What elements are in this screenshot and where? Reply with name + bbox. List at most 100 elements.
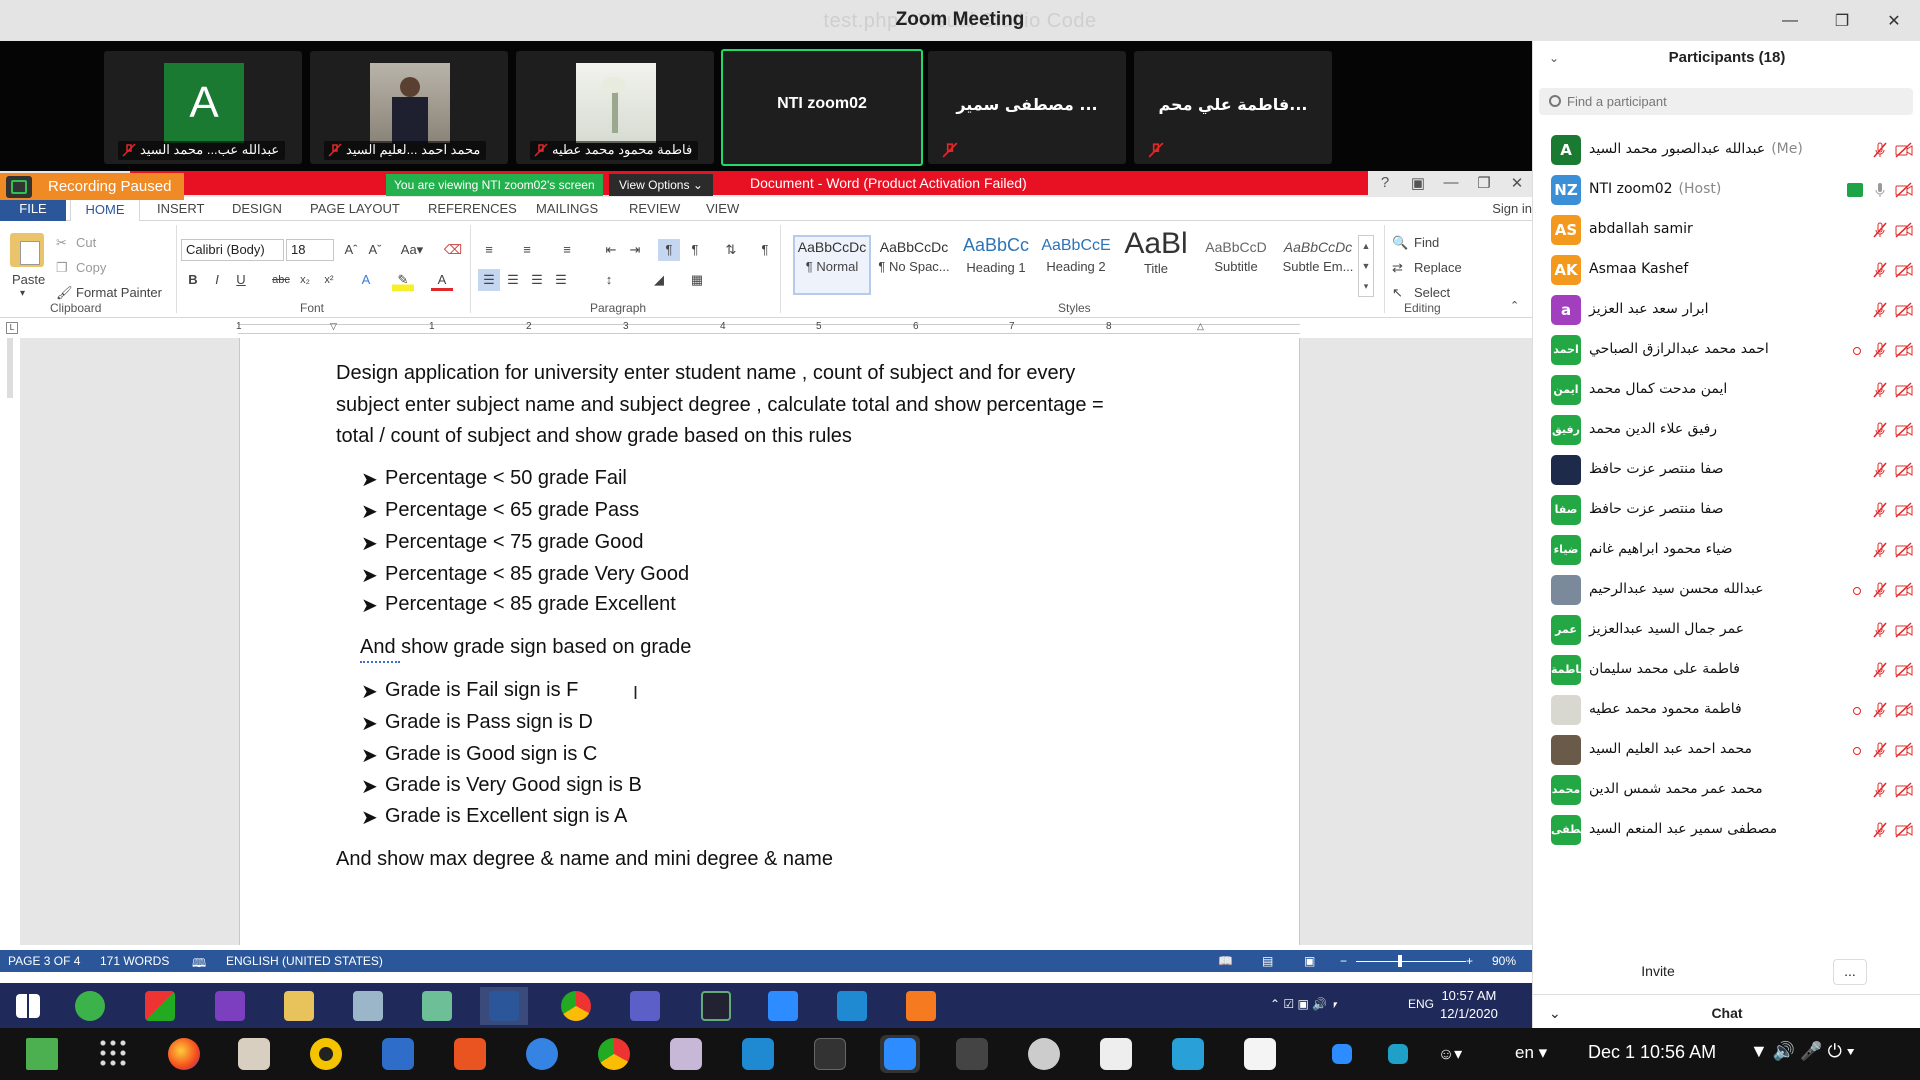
help-icon[interactable]: ?: [1370, 174, 1400, 194]
document-page[interactable]: Design application for university enter …: [239, 338, 1300, 945]
participant-row[interactable]: فاطمة محمود محمد عطيه: [1533, 690, 1920, 730]
video-off-icon[interactable]: [1895, 822, 1913, 838]
muted-mic-icon[interactable]: [1873, 582, 1887, 598]
tab-mailings[interactable]: MAILINGS: [536, 201, 598, 216]
accessibility-icon[interactable]: ☺▾: [1430, 1035, 1470, 1073]
find-participant-input[interactable]: Find a participant: [1539, 88, 1913, 115]
muted-mic-icon[interactable]: [1873, 302, 1887, 318]
multilevel-list-icon[interactable]: ≡: [556, 239, 578, 261]
font-size-combo[interactable]: 18: [286, 239, 334, 261]
participant-row[interactable]: مصطفى مصطفى سمير عبد المنعم السيد: [1533, 810, 1920, 850]
video-off-icon[interactable]: [1895, 382, 1913, 398]
highlight-color-icon[interactable]: ✎: [392, 269, 414, 291]
show-marks-icon[interactable]: ¶: [754, 239, 776, 261]
print-layout-icon[interactable]: ▤: [1262, 954, 1273, 968]
more-options-button[interactable]: ...: [1833, 959, 1867, 985]
tab-view[interactable]: VIEW: [706, 201, 739, 216]
shading-icon[interactable]: ◢: [648, 269, 670, 291]
clear-formatting-icon[interactable]: ⌫: [442, 239, 464, 261]
tab-selector[interactable]: L: [6, 322, 18, 334]
replace-button[interactable]: Replace: [1414, 260, 1462, 275]
close-icon[interactable]: ✕: [1868, 0, 1920, 41]
restore-icon[interactable]: ❐: [1469, 174, 1499, 194]
screen-share-tray-icon[interactable]: [1378, 1035, 1418, 1073]
zoom-slider[interactable]: [1356, 961, 1466, 962]
subscript-icon[interactable]: x₂: [294, 269, 316, 291]
participant-row[interactable]: محمد احمد عبد العليم السيد: [1533, 730, 1920, 770]
video-off-icon[interactable]: [1895, 702, 1913, 718]
superscript-icon[interactable]: x²: [318, 269, 340, 291]
style-heading-1[interactable]: AaBbCc Heading 1: [956, 235, 1036, 291]
muted-mic-icon[interactable]: [1873, 462, 1887, 478]
style-subtle-emphasis[interactable]: AaBbCcDc Subtle Em...: [1276, 239, 1360, 295]
rhythmbox-icon[interactable]: [306, 1035, 346, 1073]
zoom-app-icon[interactable]: [759, 987, 807, 1025]
chat-section[interactable]: ⌄ Chat: [1533, 994, 1920, 1028]
recording-paused-badge[interactable]: Recording Paused: [0, 173, 184, 200]
firefox-icon[interactable]: [164, 1035, 204, 1073]
align-right-icon[interactable]: ☰: [526, 269, 548, 291]
zoom-in-icon[interactable]: +: [1466, 954, 1473, 968]
italic-icon[interactable]: I: [206, 269, 228, 291]
zoom-icon[interactable]: [880, 1035, 920, 1073]
muted-mic-icon[interactable]: [1873, 742, 1887, 758]
video-off-icon[interactable]: [1895, 662, 1913, 678]
muted-mic-icon[interactable]: [1873, 662, 1887, 678]
right-indent-marker[interactable]: △: [1197, 321, 1204, 332]
muted-mic-icon[interactable]: [1873, 782, 1887, 798]
participant-row[interactable]: A عبدالله عبدالصبور محمد السيد (Me): [1533, 130, 1920, 170]
video-off-icon[interactable]: [1895, 302, 1913, 318]
office-app-icon[interactable]: [136, 987, 184, 1025]
collapse-ribbon-icon[interactable]: ⌃: [1510, 299, 1519, 312]
participant-row[interactable]: a ابرار سعد عبد العزيز: [1533, 290, 1920, 330]
system-clock[interactable]: Dec 1 10:56 AM: [1588, 1042, 1716, 1063]
software-center-icon[interactable]: [450, 1035, 490, 1073]
justify-icon[interactable]: ☰: [550, 269, 572, 291]
video-off-icon[interactable]: [1895, 462, 1913, 478]
notes-app-icon[interactable]: [413, 987, 461, 1025]
word-count[interactable]: 171 WORDS: [100, 954, 169, 968]
settings-icon[interactable]: [1024, 1035, 1064, 1073]
ribbon-display-icon[interactable]: ▣: [1403, 174, 1433, 194]
copy-button[interactable]: Copy: [76, 260, 106, 275]
maps-app-icon[interactable]: [66, 987, 114, 1025]
muted-mic-icon[interactable]: [1873, 502, 1887, 518]
paste-button[interactable]: Paste: [12, 272, 45, 287]
video-tile[interactable]: فاطمة محمود محمد عطيه: [516, 51, 714, 164]
indent-marker[interactable]: ▽: [330, 321, 337, 332]
zoom-out-icon[interactable]: −: [1340, 954, 1347, 968]
numbering-icon[interactable]: ≡: [516, 239, 538, 261]
xampp-app-icon[interactable]: [897, 987, 945, 1025]
tab-insert[interactable]: INSERT: [157, 201, 204, 216]
tray-icons[interactable]: ⌃ ☑ ▣ 🔊 ⎖: [1270, 997, 1340, 1012]
participant-row[interactable]: صفا صفا منتصر عزت حافظ: [1533, 490, 1920, 530]
participant-row[interactable]: رفيق رفيق علاء الدين محمد: [1533, 410, 1920, 450]
video-off-icon[interactable]: [1895, 622, 1913, 638]
font-color-icon[interactable]: A: [431, 269, 453, 291]
nox-app-icon[interactable]: [692, 987, 740, 1025]
horizontal-ruler[interactable]: L ▽ △ 1 1 2 3 4 5 6 7 8: [0, 318, 1532, 338]
close-icon[interactable]: ✕: [1502, 174, 1532, 194]
terminal-icon[interactable]: [810, 1035, 850, 1073]
invite-button[interactable]: Invite: [1623, 959, 1693, 985]
windows-start-icon[interactable]: [4, 987, 52, 1025]
muted-mic-icon[interactable]: [1873, 822, 1887, 838]
participant-row[interactable]: عمر عمر جمال السيد عبدالعزيز: [1533, 610, 1920, 650]
muted-mic-icon[interactable]: [1873, 262, 1887, 278]
rtl-direction-icon[interactable]: ¶: [684, 239, 706, 261]
muted-mic-icon[interactable]: [1873, 622, 1887, 638]
style-title[interactable]: AaBl Title: [1116, 227, 1196, 283]
view-options-button[interactable]: View Options ⌄: [609, 174, 713, 196]
video-off-icon[interactable]: [1895, 182, 1913, 198]
chevron-down-icon[interactable]: ▾: [20, 288, 25, 299]
video-tile[interactable]: فاطمة علي محم...: [1134, 51, 1332, 164]
line-spacing-icon[interactable]: ↕: [598, 269, 620, 291]
tab-design[interactable]: DESIGN: [232, 201, 282, 216]
paste-icon[interactable]: [10, 233, 44, 267]
video-off-icon[interactable]: [1895, 222, 1913, 238]
language[interactable]: ENGLISH (UNITED STATES): [226, 954, 383, 968]
paint-app-icon[interactable]: [344, 987, 392, 1025]
taskbar-clock[interactable]: 10:57 AM 12/1/2020: [1440, 987, 1498, 1023]
grow-font-icon[interactable]: Aˆ: [340, 239, 362, 261]
usb-creator-icon[interactable]: [666, 1035, 706, 1073]
